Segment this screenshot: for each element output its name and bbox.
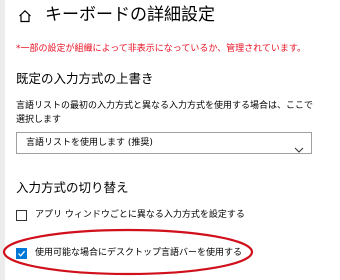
per-app-input-checkbox[interactable]: [16, 209, 27, 221]
desktop-language-bar-label: 使用可能な場合にデスクトップ言語バーを使用する: [35, 248, 243, 258]
page-header: キーボードの詳細設定: [18, 4, 215, 26]
override-section-heading: 既定の入力方式の上書き: [16, 71, 154, 86]
input-method-select[interactable]: 言語リストを使用します (推奨): [16, 132, 312, 154]
desktop-language-bar-option[interactable]: 使用可能な場合にデスクトップ言語バーを使用する: [16, 245, 242, 261]
policy-notice: *一部の設定が組織によって非表示になっているか、管理されています。: [16, 44, 306, 54]
home-icon[interactable]: [18, 8, 32, 23]
input-method-select-value: 言語リストを使用します (推奨): [26, 138, 153, 148]
override-description: 言語リストの最初の入力方式と異なる入力方式を使用する場合は、ここで選択します: [16, 101, 314, 125]
page-title: キーボードの詳細設定: [45, 5, 215, 25]
chevron-down-icon: [294, 139, 304, 153]
per-app-input-label: アプリ ウィンドウごとに異なる入力方式を設定する: [35, 210, 245, 220]
checkmark-icon: [18, 250, 26, 257]
per-app-input-option[interactable]: アプリ ウィンドウごとに異なる入力方式を設定する: [16, 207, 245, 223]
desktop-language-bar-checkbox[interactable]: [16, 247, 27, 259]
window-left-edge: [0, 0, 5, 280]
switching-section-heading: 入力方式の切り替え: [16, 180, 129, 195]
